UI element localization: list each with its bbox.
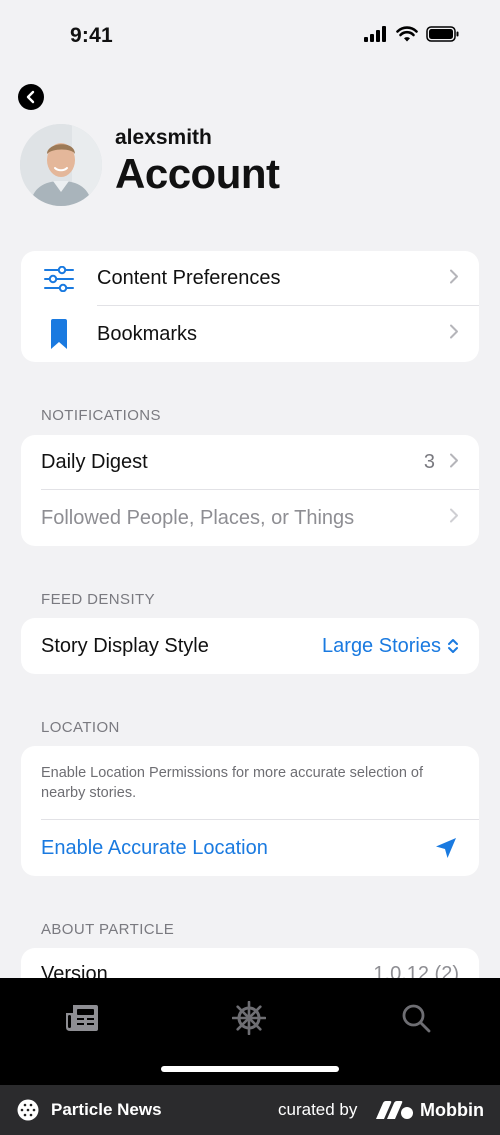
battery-icon <box>426 26 459 42</box>
tab-news[interactable] <box>62 998 102 1038</box>
tab-discover[interactable] <box>229 998 269 1038</box>
location-header: LOCATION <box>41 719 120 736</box>
status-icons <box>364 26 460 42</box>
page-title: Account <box>115 150 280 197</box>
chevron-right-icon <box>449 508 459 529</box>
feed-density-card: Story Display Style Large Stories <box>21 618 479 674</box>
daily-digest-label: Daily Digest <box>41 451 148 473</box>
sliders-icon <box>44 265 74 297</box>
attribution-footer: Particle News curated by Mobbin <box>0 1085 500 1135</box>
location-card: Enable Location Permissions for more acc… <box>21 746 479 876</box>
chevron-right-icon <box>449 268 459 289</box>
chevron-up-down-icon <box>448 639 458 653</box>
username: alexsmith <box>115 126 212 149</box>
wifi-icon <box>396 26 418 42</box>
status-time: 9:41 <box>70 24 113 47</box>
feed-density-header: FEED DENSITY <box>41 591 155 608</box>
brand-name: Mobbin <box>420 1099 484 1120</box>
app-name: Particle News <box>51 1100 162 1119</box>
search-icon <box>402 1004 431 1033</box>
enable-location-label: Enable Accurate Location <box>41 836 268 859</box>
followed-row[interactable]: Followed People, Places, or Things <box>21 490 479 546</box>
mobbin-logo-icon <box>376 1101 414 1124</box>
content-preferences-row[interactable]: Content Preferences <box>21 251 479 306</box>
story-display-style-label: Story Display Style <box>41 634 209 657</box>
menu-card: Content Preferences Bookmarks <box>21 251 479 362</box>
notifications-card: Daily Digest 3 Followed People, Places, … <box>21 435 479 546</box>
home-indicator <box>161 1066 339 1072</box>
chevron-right-icon <box>449 324 459 345</box>
status-bar: 9:41 <box>0 0 500 74</box>
avatar <box>20 124 102 206</box>
location-arrow-icon <box>435 837 457 864</box>
daily-digest-row[interactable]: Daily Digest 3 <box>21 435 479 490</box>
curated-by-text: curated by <box>278 1100 358 1119</box>
tab-search[interactable] <box>396 998 436 1038</box>
about-header: ABOUT PARTICLE <box>41 921 175 938</box>
story-display-style-value: Large Stories <box>322 634 441 657</box>
daily-digest-count: 3 <box>423 451 435 473</box>
notifications-header: NOTIFICATIONS <box>41 407 161 424</box>
followed-label: Followed People, Places, or Things <box>41 506 355 529</box>
profile-photo <box>20 124 102 206</box>
chevron-left-icon <box>26 90 35 104</box>
helm-icon <box>232 1001 266 1035</box>
bookmarks-label: Bookmarks <box>97 322 198 345</box>
tab-bar <box>0 978 500 1085</box>
news-icon <box>66 1005 98 1031</box>
story-display-style-select[interactable]: Large Stories <box>322 635 459 658</box>
bookmarks-row[interactable]: Bookmarks <box>21 306 479 362</box>
content-preferences-label: Content Preferences <box>97 267 281 289</box>
story-display-style-row[interactable]: Story Display Style Large Stories <box>21 618 479 674</box>
particle-logo-icon <box>17 1099 39 1126</box>
cellular-signal-icon <box>364 26 386 42</box>
location-description: Enable Location Permissions for more acc… <box>41 765 424 801</box>
chevron-right-icon <box>449 452 459 473</box>
bookmark-icon <box>50 319 68 354</box>
enable-location-row[interactable]: Enable Accurate Location <box>21 820 479 876</box>
back-button[interactable] <box>18 84 44 110</box>
